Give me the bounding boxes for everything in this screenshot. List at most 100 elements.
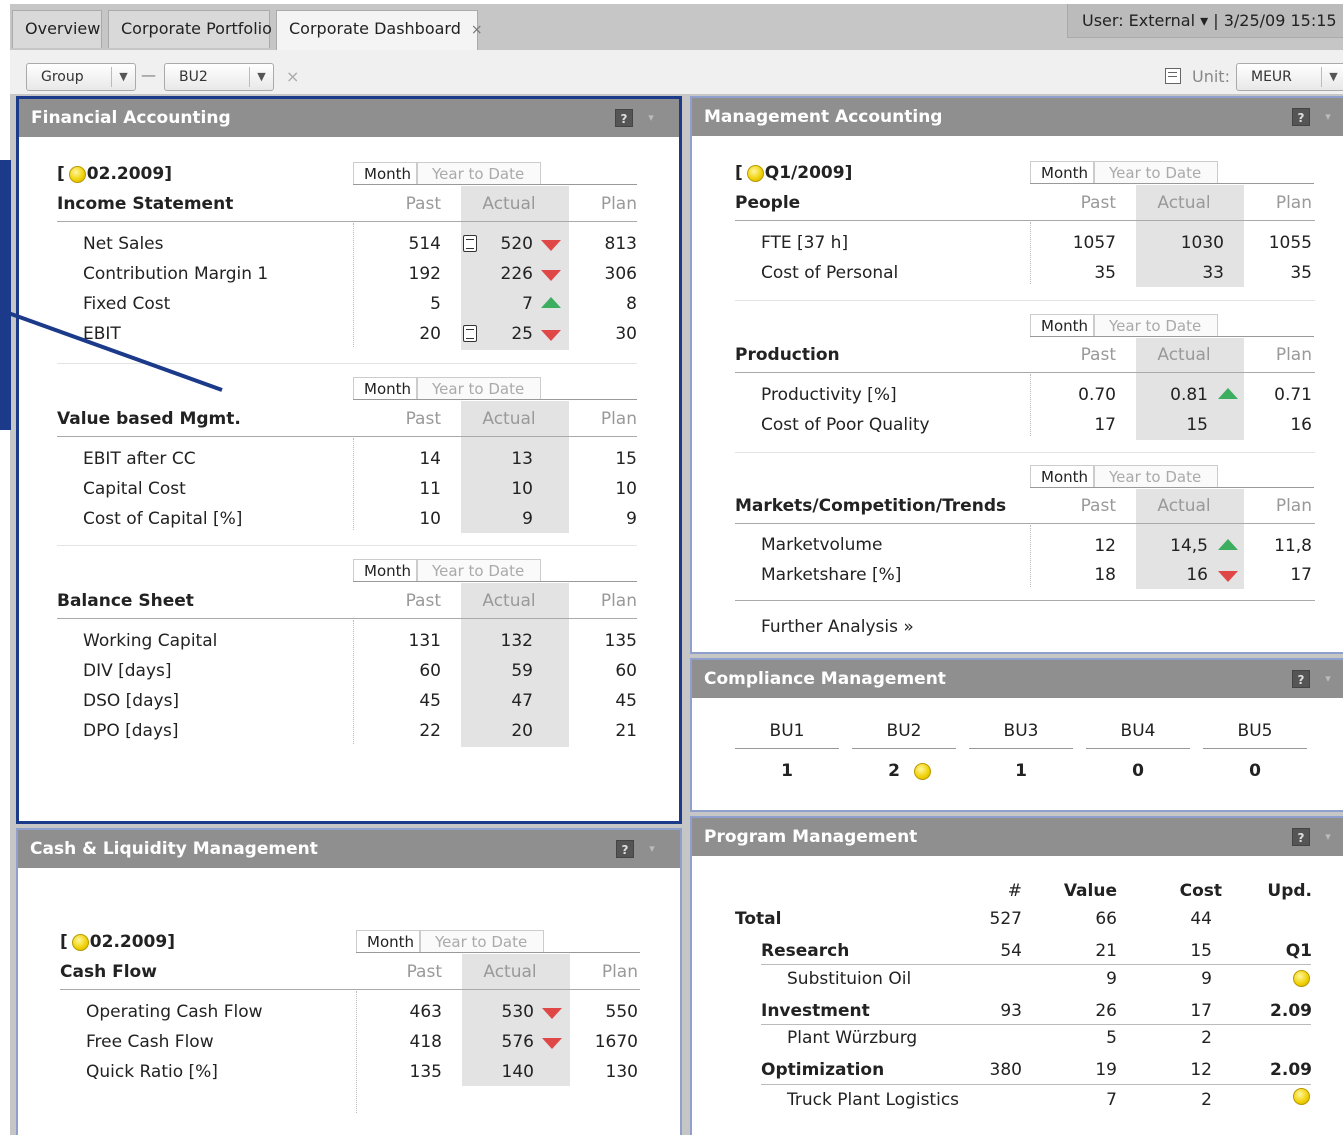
bu-header: BU5 (1237, 721, 1273, 741)
group-select[interactable]: Group ▼ (26, 63, 136, 91)
chevron-down-icon[interactable]: ▾ (1320, 828, 1336, 846)
plan-value: 10 (615, 479, 637, 499)
row-label: DIV [days] (83, 661, 172, 681)
actual-value: 47 (511, 691, 533, 711)
help-icon[interactable]: ? (1292, 828, 1310, 846)
chevron-down-icon[interactable]: ▾ (1320, 670, 1336, 688)
tab-year-to-date[interactable]: Year to Date (417, 377, 541, 399)
tab-month[interactable]: Month (1030, 161, 1094, 183)
plan-value: 15 (615, 449, 637, 469)
help-icon[interactable]: ? (615, 109, 633, 127)
chevron-down-icon[interactable]: ▾ (644, 840, 660, 858)
trend-up-icon (541, 297, 561, 308)
past-value: 514 (408, 234, 441, 254)
actual-value: 140 (501, 1062, 534, 1082)
section-title: Income Statement (57, 194, 234, 214)
tab-year-to-date[interactable]: Year to Date (417, 559, 541, 581)
actual-value: 0.81 (1170, 385, 1208, 405)
value-value: 21 (1095, 941, 1117, 961)
col-header-plan: Plan (1275, 345, 1312, 365)
bu-count[interactable]: 0 (1086, 760, 1190, 782)
col-header-plan: Plan (601, 962, 638, 982)
unit-label: Unit: (1192, 67, 1230, 86)
help-icon[interactable]: ? (1292, 108, 1310, 126)
tab-year-to-date[interactable]: Year to Date (1094, 314, 1218, 336)
filter-toolbar: Group ▼ — BU2 ▼ × Unit: MEUR ▼ (10, 50, 1343, 94)
row-label: Contribution Margin 1 (83, 264, 269, 284)
past-value: 418 (409, 1032, 442, 1052)
clear-filter-icon[interactable]: × (286, 66, 299, 88)
cost-value: 2 (1201, 1090, 1212, 1110)
trend-down-icon (541, 330, 561, 341)
actual-value: 20 (511, 721, 533, 741)
panel-header: Compliance Management ? ▾ (692, 660, 1343, 698)
past-value: 35 (1094, 263, 1116, 283)
panel-title: Compliance Management (704, 669, 946, 689)
panel-header: Program Management ? ▾ (692, 818, 1343, 856)
plan-value: 0.71 (1274, 385, 1312, 405)
tab-month[interactable]: Month (1030, 465, 1094, 487)
bu-select[interactable]: BU2 ▼ (164, 63, 274, 91)
tab-label: Corporate Dashboard (289, 19, 461, 38)
col-header-past: Past (1080, 193, 1116, 213)
plan-value: 30 (615, 324, 637, 344)
col-header-cost: Cost (1179, 881, 1222, 901)
bu-count[interactable]: 1 (735, 760, 839, 782)
tab-month[interactable]: Month (1030, 314, 1094, 336)
tab-month[interactable]: Month (353, 162, 417, 184)
tab-overview[interactable]: Overview (12, 10, 102, 48)
row-label: Free Cash Flow (86, 1032, 214, 1052)
past-value: 135 (409, 1062, 442, 1082)
row-label: Research (761, 941, 850, 961)
tab-month[interactable]: Month (353, 377, 417, 399)
actual-value: 33 (1202, 263, 1224, 283)
chevron-down-icon[interactable]: ▾ (1320, 108, 1336, 126)
tab-corporate-dashboard[interactable]: Corporate Dashboard × (276, 10, 483, 52)
trend-down-icon (542, 1038, 562, 1049)
value-value: 26 (1095, 1001, 1117, 1021)
help-icon[interactable]: ? (616, 840, 634, 858)
tab-year-to-date[interactable]: Year to Date (417, 162, 541, 184)
plan-value: 135 (604, 631, 637, 651)
plan-value: 35 (1290, 263, 1312, 283)
row-label: Plant Würzburg (787, 1028, 918, 1048)
plan-value: 16 (1290, 415, 1312, 435)
tab-year-to-date[interactable]: Year to Date (1094, 161, 1218, 183)
row-label: Cost of Capital [%] (83, 509, 243, 529)
unit-select[interactable]: MEUR ▼ (1236, 63, 1343, 91)
actual-value: 9 (522, 509, 533, 529)
help-icon[interactable]: ? (1292, 670, 1310, 688)
tab-corporate-portfolio[interactable]: Corporate Portfolio (108, 10, 272, 48)
chevron-down-icon[interactable]: ▾ (643, 109, 659, 127)
tab-month[interactable]: Month (356, 930, 420, 952)
bu-header: BU2 (886, 721, 922, 741)
bu-count[interactable]: 0 (1203, 760, 1307, 782)
row-label: Marketshare [%] (761, 565, 902, 585)
user-info[interactable]: User: External ▾ | 3/25/09 15:15 (1067, 4, 1343, 38)
col-header-plan: Plan (600, 409, 637, 429)
print-icon[interactable] (1165, 68, 1181, 84)
row-label: Capital Cost (83, 479, 186, 499)
count-value: 380 (989, 1060, 1022, 1080)
plan-value: 813 (604, 234, 637, 254)
past-value: 18 (1094, 565, 1116, 585)
further-analysis-link[interactable]: Further Analysis » (761, 616, 914, 638)
col-header-actual: Actual (1157, 193, 1211, 213)
updated-value: 2.09 (1270, 1001, 1312, 1021)
bu-count[interactable]: 1 (969, 760, 1073, 782)
plan-value: 8 (626, 294, 637, 314)
bu-header: BU3 (1003, 721, 1039, 741)
panel-header: Cash & Liquidity Management ? ▾ (18, 830, 680, 868)
tab-year-to-date[interactable]: Year to Date (1094, 465, 1218, 487)
tab-year-to-date[interactable]: Year to Date (420, 930, 544, 952)
period-value: 02.2009 (86, 164, 165, 184)
past-value: 45 (419, 691, 441, 711)
col-header-past: Past (405, 591, 441, 611)
row-label: DSO [days] (83, 691, 180, 711)
tab-month[interactable]: Month (353, 559, 417, 581)
panel-title: Program Management (704, 827, 918, 847)
management-accounting-panel: Management Accounting ? ▾ [Q1/2009] Peop… (690, 96, 1343, 654)
close-tab-icon[interactable]: × (471, 22, 483, 38)
panel-header: Management Accounting ? ▾ (692, 98, 1343, 136)
past-value: 11 (419, 479, 441, 499)
